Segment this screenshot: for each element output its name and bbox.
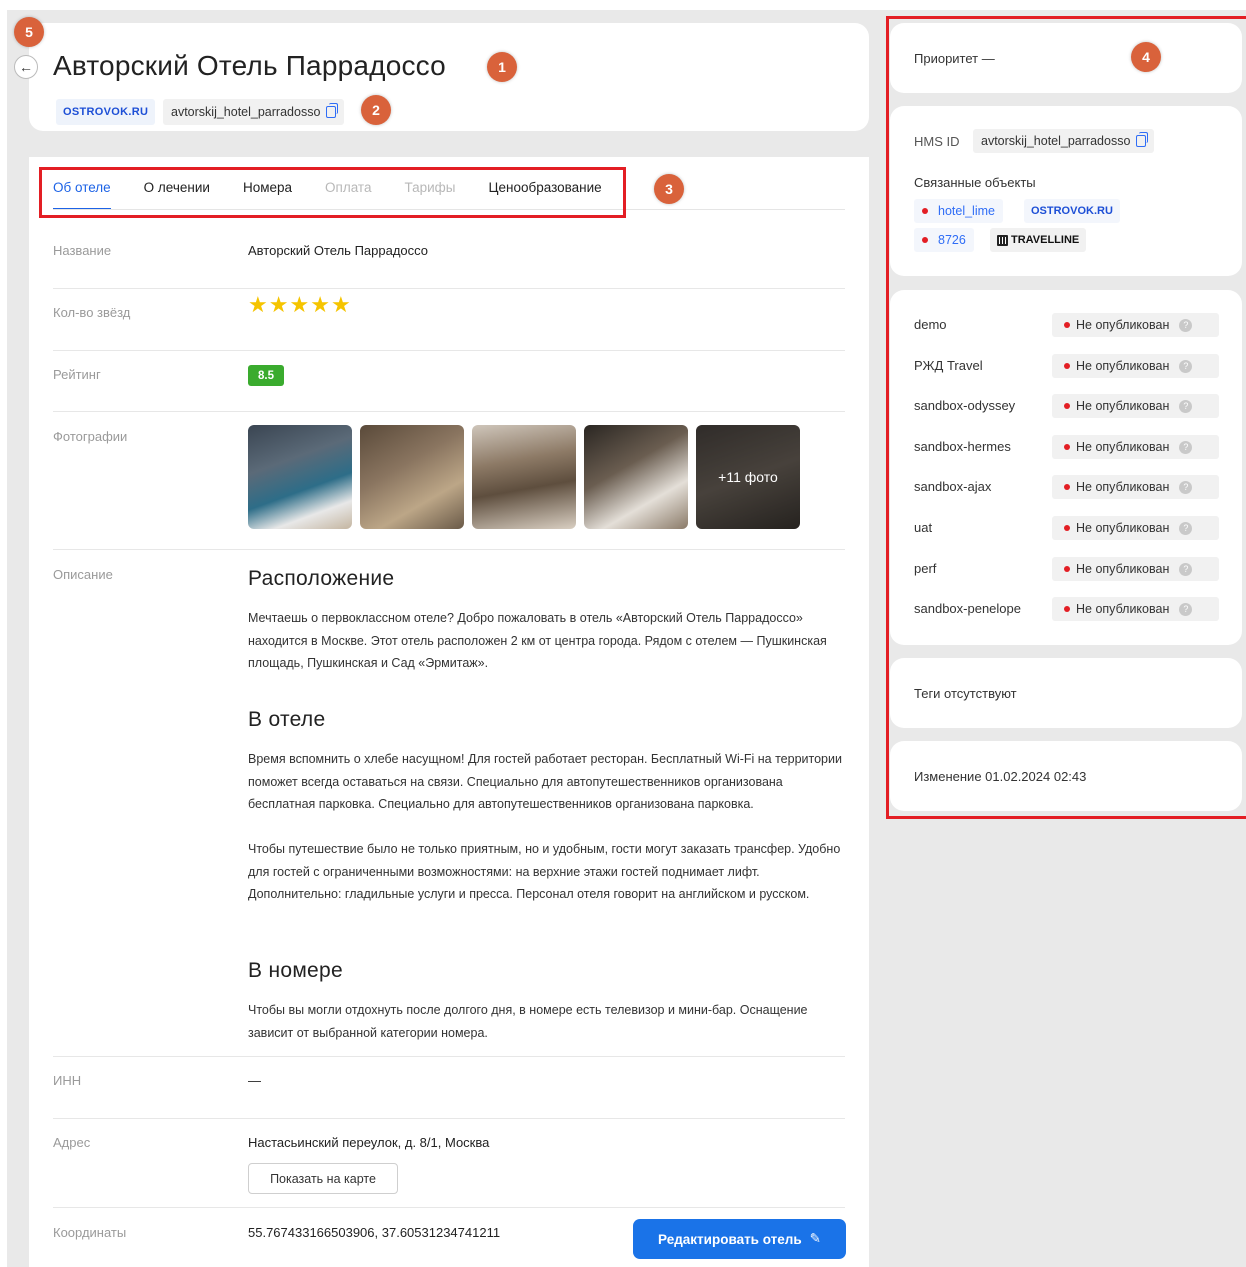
star-icon: ★ bbox=[268, 292, 289, 317]
source-badge: OSTROVOK.RU bbox=[56, 99, 156, 125]
description-heading: В номере bbox=[248, 959, 343, 982]
hotel-slug: avtorskij_hotel_parradosso bbox=[171, 105, 321, 119]
description-heading: Расположение bbox=[248, 567, 395, 590]
divider bbox=[53, 288, 845, 289]
star-icon: ★ bbox=[248, 292, 268, 317]
pencil-icon: ✎ bbox=[809, 1231, 821, 1246]
tabs-highlight-box bbox=[39, 167, 626, 218]
name-value: Авторский Отель Паррадоссо bbox=[248, 243, 429, 258]
copy-icon[interactable] bbox=[326, 103, 339, 118]
edit-hotel-button[interactable]: Редактировать отель ✎ bbox=[633, 1219, 846, 1259]
hotel-photo[interactable] bbox=[584, 425, 688, 529]
rating-label: Рейтинг bbox=[53, 367, 101, 382]
coordinates-label: Координаты bbox=[53, 1225, 127, 1240]
photo-gallery: +11 фото bbox=[248, 425, 800, 529]
address-label: Адрес bbox=[53, 1135, 91, 1150]
inn-label: ИНН bbox=[53, 1073, 82, 1088]
description-label: Описание bbox=[53, 567, 113, 582]
marker-5: 5 bbox=[14, 17, 44, 47]
marker-3: 3 bbox=[654, 174, 684, 204]
sidebar-highlight-box bbox=[886, 16, 1246, 819]
divider bbox=[53, 1056, 845, 1057]
marker-4: 4 bbox=[1131, 42, 1161, 72]
coordinates-value: 55.767433166503906, 37.60531234741211 bbox=[248, 1225, 501, 1240]
description-paragraph: Мечтаешь о первоклассном отеле? Добро по… bbox=[248, 611, 827, 670]
back-button[interactable]: ← bbox=[14, 55, 38, 79]
description-paragraph: Чтобы вы могли отдохнуть после долгого д… bbox=[248, 1003, 808, 1040]
arrow-left-icon: ← bbox=[19, 59, 33, 75]
address-value: Настасьинский переулок, д. 8/1, Москва bbox=[248, 1135, 490, 1150]
description-heading: В отеле bbox=[248, 708, 326, 731]
show-map-button[interactable]: Показать на карте bbox=[248, 1163, 398, 1194]
stars-label: Кол-во звёзд bbox=[53, 305, 131, 320]
marker-1: 1 bbox=[487, 52, 517, 82]
hotel-slug-tag: avtorskij_hotel_parradosso bbox=[163, 99, 345, 125]
inn-value: — bbox=[248, 1073, 261, 1088]
rating-badge: 8.5 bbox=[248, 365, 284, 386]
divider bbox=[53, 1207, 845, 1208]
divider bbox=[53, 549, 845, 550]
divider bbox=[53, 411, 845, 412]
more-photos-label: +11 фото bbox=[696, 425, 800, 529]
hotel-photo[interactable] bbox=[472, 425, 576, 529]
divider bbox=[53, 1118, 845, 1119]
hotel-photo[interactable] bbox=[248, 425, 352, 529]
page-title: Авторский Отель Паррадоссо bbox=[53, 50, 446, 81]
main-card bbox=[29, 157, 869, 1267]
star-icon: ★ bbox=[310, 292, 330, 317]
star-icon: ★ bbox=[289, 292, 310, 317]
more-photos[interactable]: +11 фото bbox=[696, 425, 800, 529]
description-paragraph: Время вспомнить о хлебе насущном! Для го… bbox=[248, 752, 842, 811]
marker-2: 2 bbox=[361, 95, 391, 125]
star-rating: ★ ★ ★ ★ ★ bbox=[248, 294, 351, 316]
description-paragraph: Чтобы путешествие было не только приятны… bbox=[248, 842, 841, 901]
edit-hotel-label: Редактировать отель bbox=[658, 1231, 802, 1247]
star-icon: ★ bbox=[330, 292, 351, 317]
photos-label: Фотографии bbox=[53, 429, 128, 444]
hotel-photo[interactable] bbox=[360, 425, 464, 529]
divider bbox=[53, 350, 845, 351]
name-label: Название bbox=[53, 243, 112, 258]
